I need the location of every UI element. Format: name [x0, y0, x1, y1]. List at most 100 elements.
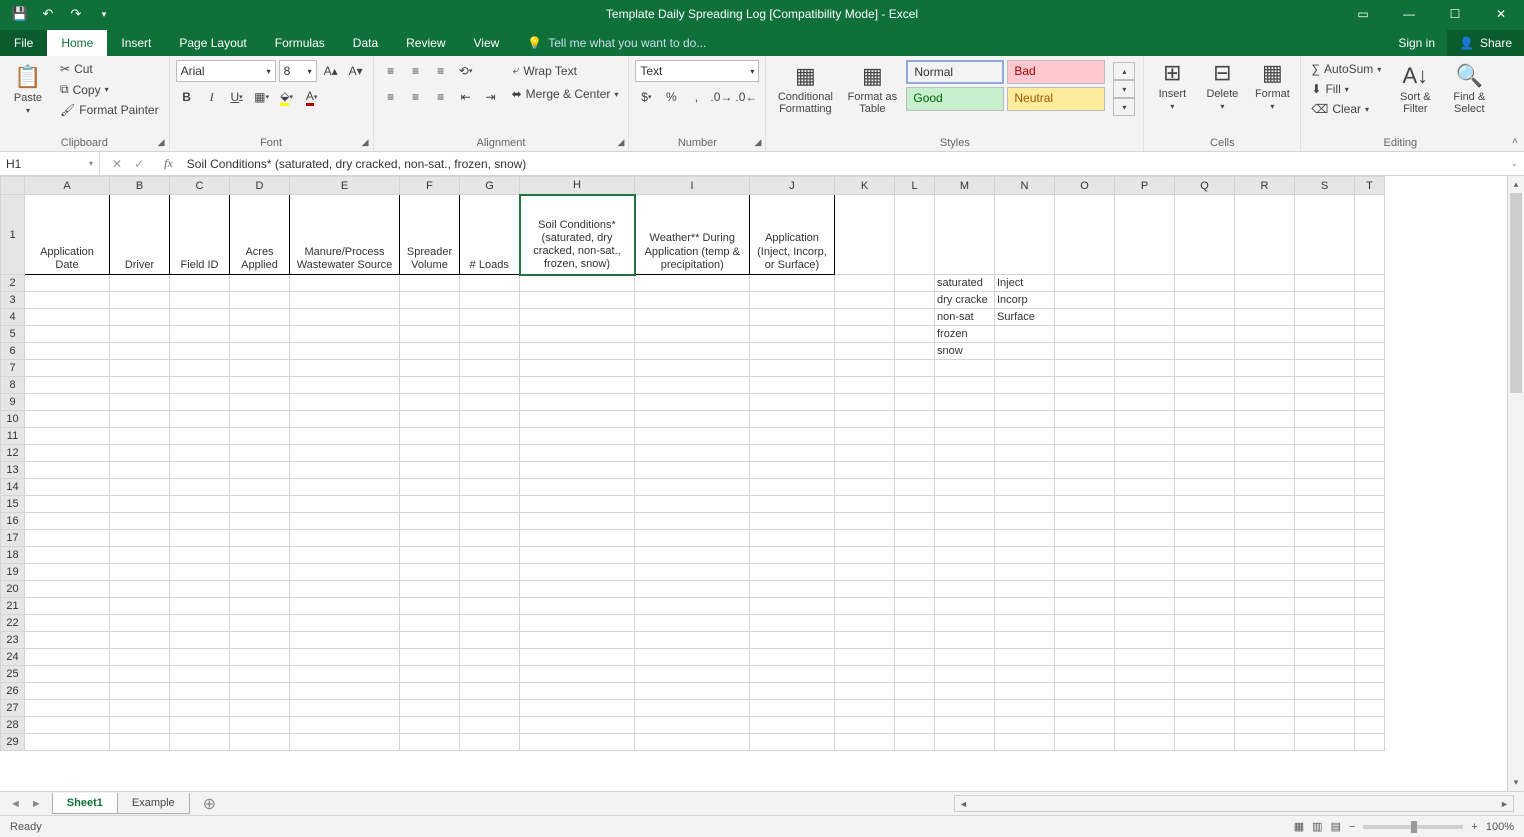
cell-B12[interactable]: [110, 445, 170, 462]
row-header-11[interactable]: 11: [1, 428, 25, 445]
cell-F29[interactable]: [400, 734, 460, 751]
cell-L16[interactable]: [895, 513, 935, 530]
cell-T5[interactable]: [1355, 326, 1385, 343]
cell-O7[interactable]: [1055, 360, 1115, 377]
cell-D5[interactable]: [230, 326, 290, 343]
cell-G5[interactable]: [460, 326, 520, 343]
cell-M20[interactable]: [935, 581, 995, 598]
cell-N14[interactable]: [995, 479, 1055, 496]
cell-I1[interactable]: Weather** During Application (temp & pre…: [635, 195, 750, 275]
cell-R14[interactable]: [1235, 479, 1295, 496]
cell-D25[interactable]: [230, 666, 290, 683]
cell-P16[interactable]: [1115, 513, 1175, 530]
cell-D10[interactable]: [230, 411, 290, 428]
cell-A24[interactable]: [25, 649, 110, 666]
cell-T7[interactable]: [1355, 360, 1385, 377]
cell-T25[interactable]: [1355, 666, 1385, 683]
cell-G29[interactable]: [460, 734, 520, 751]
cell-S25[interactable]: [1295, 666, 1355, 683]
cell-R17[interactable]: [1235, 530, 1295, 547]
cell-K17[interactable]: [835, 530, 895, 547]
increase-decimal-icon[interactable]: .0→: [710, 86, 732, 108]
cell-A28[interactable]: [25, 717, 110, 734]
cell-J13[interactable]: [750, 462, 835, 479]
comma-format-icon[interactable]: ,: [685, 86, 707, 108]
cell-B15[interactable]: [110, 496, 170, 513]
insert-cells-button[interactable]: ⊞Insert▾: [1150, 60, 1194, 111]
cell-J6[interactable]: [750, 343, 835, 360]
cell-Q4[interactable]: [1175, 309, 1235, 326]
cell-H2[interactable]: [520, 275, 635, 292]
cell-P21[interactable]: [1115, 598, 1175, 615]
col-header-A[interactable]: A: [25, 177, 110, 195]
cell-K14[interactable]: [835, 479, 895, 496]
cell-N5[interactable]: [995, 326, 1055, 343]
cell-A19[interactable]: [25, 564, 110, 581]
cell-O19[interactable]: [1055, 564, 1115, 581]
cell-L9[interactable]: [895, 394, 935, 411]
cell-G24[interactable]: [460, 649, 520, 666]
cell-B4[interactable]: [110, 309, 170, 326]
row-header-13[interactable]: 13: [1, 462, 25, 479]
cell-F3[interactable]: [400, 292, 460, 309]
cell-N6[interactable]: [995, 343, 1055, 360]
cell-A9[interactable]: [25, 394, 110, 411]
cell-K15[interactable]: [835, 496, 895, 513]
cell-O6[interactable]: [1055, 343, 1115, 360]
cell-J4[interactable]: [750, 309, 835, 326]
cell-T11[interactable]: [1355, 428, 1385, 445]
styles-scroll-down-icon[interactable]: ▾: [1113, 80, 1135, 98]
cell-O26[interactable]: [1055, 683, 1115, 700]
cell-E15[interactable]: [290, 496, 400, 513]
cell-C9[interactable]: [170, 394, 230, 411]
cell-F9[interactable]: [400, 394, 460, 411]
cell-B10[interactable]: [110, 411, 170, 428]
cell-R18[interactable]: [1235, 547, 1295, 564]
cell-M13[interactable]: [935, 462, 995, 479]
cell-H7[interactable]: [520, 360, 635, 377]
cell-O16[interactable]: [1055, 513, 1115, 530]
row-header-1[interactable]: 1: [1, 195, 25, 275]
cell-F15[interactable]: [400, 496, 460, 513]
cell-C11[interactable]: [170, 428, 230, 445]
cell-E11[interactable]: [290, 428, 400, 445]
cell-O2[interactable]: [1055, 275, 1115, 292]
cell-N2[interactable]: Inject: [995, 275, 1055, 292]
cell-M18[interactable]: [935, 547, 995, 564]
cell-Q25[interactable]: [1175, 666, 1235, 683]
delete-cells-button[interactable]: ⊟Delete▾: [1200, 60, 1244, 111]
scroll-down-icon[interactable]: ▾: [1508, 774, 1524, 791]
cell-M25[interactable]: [935, 666, 995, 683]
cell-S6[interactable]: [1295, 343, 1355, 360]
cell-D16[interactable]: [230, 513, 290, 530]
row-header-22[interactable]: 22: [1, 615, 25, 632]
horizontal-scrollbar[interactable]: ◄ ►: [954, 795, 1514, 812]
format-as-table-button[interactable]: ▦Format as Table: [844, 60, 900, 118]
cell-B3[interactable]: [110, 292, 170, 309]
cell-K19[interactable]: [835, 564, 895, 581]
cell-C26[interactable]: [170, 683, 230, 700]
cell-H8[interactable]: [520, 377, 635, 394]
new-sheet-icon[interactable]: ⊕: [189, 794, 230, 814]
col-header-N[interactable]: N: [995, 177, 1055, 195]
cell-T2[interactable]: [1355, 275, 1385, 292]
zoom-in-icon[interactable]: +: [1471, 821, 1477, 833]
cell-I17[interactable]: [635, 530, 750, 547]
cell-S7[interactable]: [1295, 360, 1355, 377]
cell-F19[interactable]: [400, 564, 460, 581]
cell-G10[interactable]: [460, 411, 520, 428]
cell-A7[interactable]: [25, 360, 110, 377]
cell-D12[interactable]: [230, 445, 290, 462]
cell-E14[interactable]: [290, 479, 400, 496]
cell-A8[interactable]: [25, 377, 110, 394]
view-page-layout-icon[interactable]: ▥: [1312, 820, 1322, 833]
cell-D11[interactable]: [230, 428, 290, 445]
cell-I23[interactable]: [635, 632, 750, 649]
cell-T20[interactable]: [1355, 581, 1385, 598]
cell-L12[interactable]: [895, 445, 935, 462]
underline-button[interactable]: U▾: [226, 86, 248, 108]
cell-S20[interactable]: [1295, 581, 1355, 598]
cell-H16[interactable]: [520, 513, 635, 530]
cancel-formula-icon[interactable]: ✕: [112, 157, 122, 171]
cell-F14[interactable]: [400, 479, 460, 496]
